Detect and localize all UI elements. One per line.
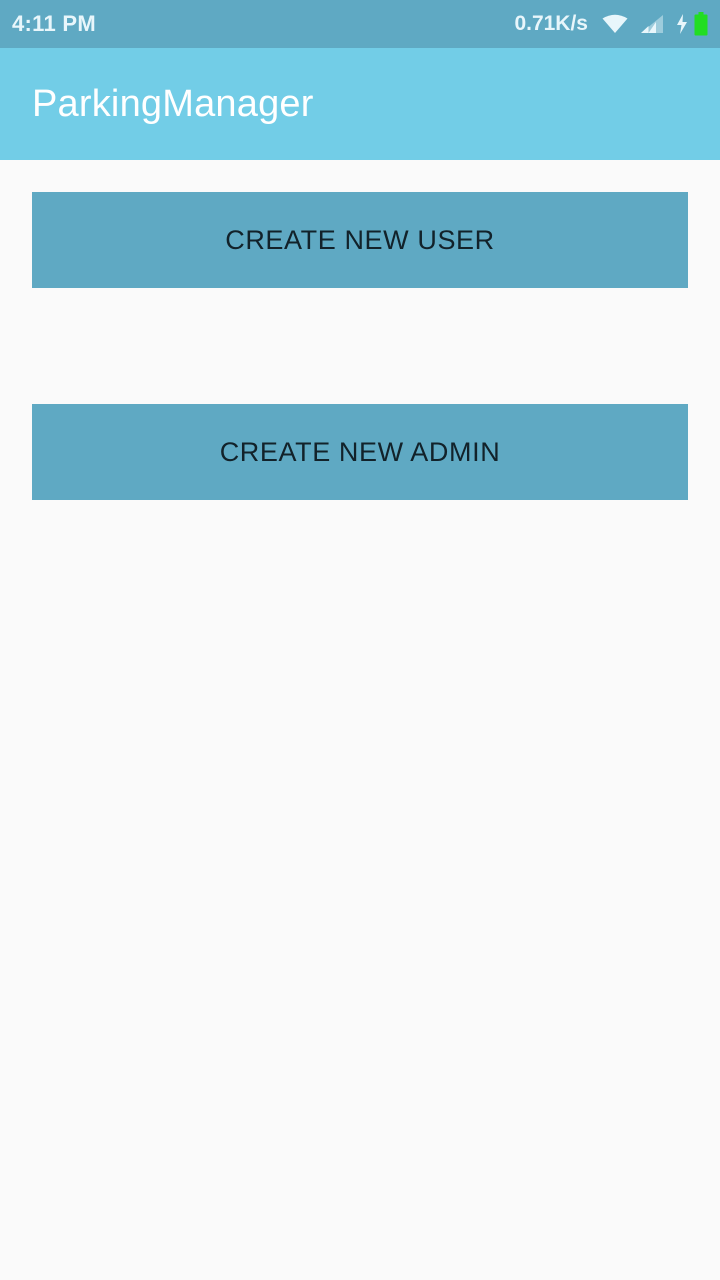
app-bar: ParkingManager (0, 48, 720, 160)
battery-icon (694, 12, 708, 36)
app-title: ParkingManager (32, 82, 314, 125)
wifi-icon (602, 14, 628, 34)
status-icons: 0.71K/s (514, 12, 708, 36)
status-bar: 4:11 PM 0.71K/s (0, 0, 720, 48)
signal-icon (640, 14, 664, 34)
charging-icon (676, 14, 688, 34)
create-new-admin-button[interactable]: CREATE NEW ADMIN (32, 404, 688, 500)
network-speed: 0.71K/s (514, 12, 588, 35)
status-time: 4:11 PM (12, 11, 97, 36)
create-new-user-button[interactable]: CREATE NEW USER (32, 192, 688, 288)
